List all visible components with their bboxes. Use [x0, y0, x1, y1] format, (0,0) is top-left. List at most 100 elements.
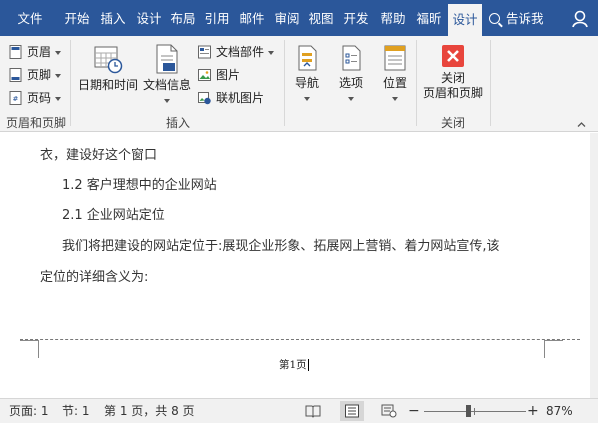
heading-1-2: 1.2 客户理想中的企业网站 — [62, 178, 217, 193]
chevron-down-icon — [348, 96, 354, 101]
chevron-down-icon — [304, 96, 310, 101]
status-page[interactable]: 页面: 1 — [9, 399, 49, 423]
options-icon — [342, 45, 361, 71]
options-button[interactable]: 选项 — [332, 44, 370, 105]
doc-info-label: 文档信息 — [142, 78, 191, 92]
chevron-down-icon — [55, 96, 62, 101]
print-layout-icon[interactable] — [344, 404, 360, 418]
footer-label: 页脚 — [27, 68, 52, 82]
footer-page-number[interactable]: 第1页 — [279, 357, 309, 372]
group-separator — [70, 40, 71, 126]
footer-page-number-text: 第1页 — [279, 359, 307, 371]
date-time-button[interactable]: 日期和时间 — [76, 44, 140, 93]
tab-insert[interactable]: 插入 — [98, 0, 128, 36]
heading-2-1: 2.1 企业网站定位 — [62, 208, 165, 223]
margin-marker — [544, 340, 545, 358]
vertical-scrollbar[interactable] — [590, 133, 598, 398]
position-icon — [384, 45, 406, 71]
user-account-icon[interactable] — [572, 10, 592, 28]
navigation-label: 导航 — [294, 76, 319, 90]
zoom-out-button[interactable]: − — [408, 403, 420, 419]
tell-me-box[interactable]: 告诉我 — [489, 0, 544, 36]
navigation-button[interactable]: 导航 — [290, 44, 324, 105]
footer-button[interactable]: 页脚 — [9, 65, 62, 85]
online-pictures-label: 联机图片 — [216, 91, 265, 105]
ribbon-tab-bar: 文件 开始 插入 设计 布局 引用 邮件 审阅 视图 开发 帮助 福昕 设计 告… — [0, 0, 598, 36]
quick-parts-icon — [198, 45, 211, 59]
margin-marker — [545, 340, 563, 341]
zoom-slider-track[interactable] — [424, 411, 526, 412]
tab-header-footer-design[interactable]: 设计 — [448, 4, 482, 36]
tab-help[interactable]: 帮助 — [378, 0, 408, 36]
body-text-line: 我们将把建设的网站定位于:展现企业形象、拓展网上营销、着力网站宣传,该 — [62, 239, 500, 254]
pictures-label: 图片 — [216, 68, 241, 82]
collapse-ribbon-icon[interactable] — [577, 120, 586, 129]
read-mode-icon[interactable] — [305, 404, 321, 418]
ribbon-panel: 页眉 页脚 # 页码 页眉和页脚 日期和时间 文档信息 文档部件 图片 联机图片… — [0, 36, 598, 132]
tab-references[interactable]: 引用 — [202, 0, 232, 36]
tell-me-label: 告诉我 — [506, 11, 544, 26]
group-label-insert: 插入 — [165, 116, 190, 130]
position-label: 位置 — [382, 76, 407, 90]
tab-layout[interactable]: 布局 — [168, 0, 198, 36]
close-label-line1: 关闭 — [440, 71, 465, 85]
page-number-button[interactable]: # 页码 — [9, 88, 62, 108]
header-button[interactable]: 页眉 — [9, 42, 62, 62]
search-icon — [489, 13, 500, 24]
document-info-icon — [156, 44, 178, 74]
position-button[interactable]: 位置 — [376, 44, 414, 105]
status-section[interactable]: 节: 1 — [62, 399, 90, 423]
margin-marker — [20, 340, 38, 341]
group-label-close: 关闭 — [440, 116, 465, 130]
body-text-line: 衣，建设好这个窗口 — [40, 148, 158, 163]
navigation-icon — [298, 45, 317, 71]
web-layout-icon[interactable] — [381, 404, 397, 418]
online-picture-icon — [198, 92, 211, 105]
status-page-count[interactable]: 第 1 页，共 8 页 — [104, 399, 195, 423]
online-pictures-button[interactable]: 联机图片 — [198, 88, 264, 108]
tab-developer[interactable]: 开发 — [341, 0, 371, 36]
picture-icon — [198, 69, 211, 81]
zoom-in-button[interactable]: + — [527, 403, 539, 419]
chevron-down-icon — [55, 50, 62, 55]
zoom-slider-midmark — [474, 408, 475, 415]
group-label-header-footer: 页眉和页脚 — [5, 116, 66, 130]
chevron-down-icon — [164, 98, 170, 103]
options-label: 选项 — [338, 76, 363, 90]
header-icon — [9, 45, 22, 59]
page-number-label: 页码 — [27, 91, 52, 105]
doc-info-button[interactable]: 文档信息 — [142, 44, 192, 107]
status-bar: 页面: 1 节: 1 第 1 页，共 8 页 − + 87% — [0, 398, 598, 423]
tab-design[interactable]: 设计 — [134, 0, 164, 36]
tab-mailings[interactable]: 邮件 — [237, 0, 267, 36]
close-label-line2: 页眉和页脚 — [422, 86, 483, 100]
chevron-down-icon — [268, 50, 275, 55]
group-separator — [490, 40, 491, 126]
pictures-button[interactable]: 图片 — [198, 65, 240, 85]
svg-text:#: # — [13, 95, 19, 103]
chevron-down-icon — [55, 73, 62, 78]
group-separator — [416, 40, 417, 126]
group-separator — [284, 40, 285, 126]
text-cursor — [307, 359, 309, 371]
zoom-slider-thumb[interactable] — [465, 405, 471, 417]
document-area[interactable]: 衣，建设好这个窗口 1.2 客户理想中的企业网站 2.1 企业网站定位 我们将把… — [0, 133, 598, 398]
zoom-level[interactable]: 87% — [546, 399, 573, 423]
tab-foxit[interactable]: 福昕 — [414, 0, 444, 36]
body-text-line: 定位的详细含义为: — [40, 270, 149, 285]
tab-review[interactable]: 审阅 — [272, 0, 302, 36]
date-time-label: 日期和时间 — [77, 78, 138, 92]
chevron-down-icon — [392, 96, 398, 101]
quick-parts-label: 文档部件 — [216, 45, 265, 59]
header-label: 页眉 — [27, 45, 52, 59]
tab-home[interactable]: 开始 — [62, 0, 92, 36]
close-header-footer-button[interactable]: 关闭 页眉和页脚 — [420, 44, 486, 101]
quick-parts-button[interactable]: 文档部件 — [198, 42, 275, 62]
footer-icon — [9, 68, 22, 82]
close-icon — [442, 45, 464, 67]
margin-marker — [38, 340, 39, 358]
tab-file[interactable]: 文件 — [6, 0, 54, 36]
calendar-clock-icon — [94, 46, 123, 74]
tab-view[interactable]: 视图 — [306, 0, 336, 36]
footer-boundary — [20, 339, 580, 340]
